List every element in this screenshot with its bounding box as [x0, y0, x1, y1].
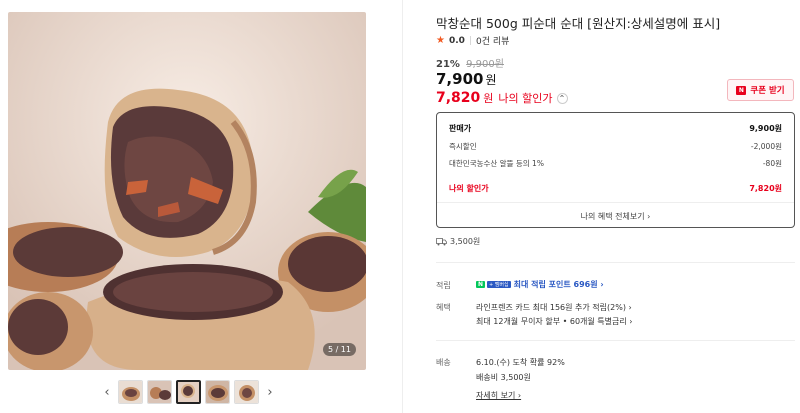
divider [437, 202, 794, 203]
column-divider [402, 0, 403, 413]
sundae-photo [8, 12, 366, 370]
product-title: 막창순대 500g 피순대 순대 [원산지:상세설명에 표시] [436, 16, 721, 31]
thumbnail[interactable] [147, 380, 172, 404]
benefits-label: 혜택 [436, 303, 451, 312]
thumb-prev-arrow[interactable]: ‹ [100, 385, 114, 400]
coupon-button[interactable]: N 쿠폰 받기 [727, 79, 794, 101]
discount-percent: 21% [436, 59, 460, 70]
points-row[interactable]: N + 멤버십 최대 적립 포인트 696원 › [476, 279, 604, 290]
shipping-cost-row: 3,500원 [436, 236, 480, 247]
delivery-eta: 6.10.(수) 도착 확률 92% [476, 358, 565, 367]
coupon-label: 쿠폰 받기 [750, 86, 785, 96]
breakdown-row: 판매가 9,900원 [449, 123, 782, 134]
sale-price-value: 7,900 [436, 70, 484, 88]
divider [436, 340, 795, 341]
separator: | [468, 35, 472, 46]
sale-price-unit: 원 [485, 73, 497, 87]
naver-n-icon: N [736, 85, 747, 95]
points-label: 적립 [436, 281, 451, 290]
breakdown-value: -80원 [762, 159, 782, 168]
price-breakdown-box: 판매가 9,900원 즉시할인 -2,000원 대한민국농수산 알뜰 등의 1%… [436, 112, 795, 228]
view-all-benefits-link[interactable]: 나의 혜택 전체보기 › [437, 211, 794, 222]
image-counter: 5 / 11 [322, 343, 356, 356]
breakdown-row: 대한민국농수산 알뜰 등의 1% -80원 [449, 158, 782, 169]
breakdown-value: 7,820원 [749, 184, 782, 193]
truck-icon [436, 238, 447, 246]
rating-score: 0.0 [448, 35, 465, 46]
thumb-next-arrow[interactable]: › [263, 385, 277, 400]
my-price-label: 나의 할인가 [498, 92, 553, 105]
chevron-up-icon[interactable]: ⌃ [556, 92, 568, 104]
delivery-label: 배송 [436, 358, 451, 367]
breakdown-label: 즉시할인 [449, 142, 477, 151]
breakdown-label: 판매가 [449, 124, 472, 133]
thumbnail[interactable] [118, 380, 143, 404]
shipping-cost: 3,500원 [450, 237, 481, 246]
star-icon: ★ [436, 35, 445, 46]
rating-row: ★ 0.0 | 0건 리뷰 [436, 34, 509, 47]
naver-n-icon: N [476, 281, 486, 288]
product-main-image[interactable]: 5 / 11 [8, 12, 366, 370]
membership-badge: + 멤버십 [487, 281, 511, 288]
sale-price: 7,900 원 [436, 70, 497, 88]
divider [436, 262, 795, 263]
my-price-unit: 원 [483, 92, 494, 105]
discount-row: 21% 9,900원 [436, 55, 504, 70]
my-price[interactable]: 7,820 원 나의 할인가 ⌃ [436, 90, 568, 106]
breakdown-my-price-row: 나의 할인가 7,820원 [449, 183, 782, 194]
breakdown-value: -2,000원 [750, 142, 782, 151]
thumbnail[interactable] [234, 380, 259, 404]
thumbnail-active[interactable] [176, 380, 201, 404]
breakdown-value: 9,900원 [749, 124, 782, 133]
thumbnail[interactable] [205, 380, 230, 404]
delivery-fee: 배송비 3,500원 [476, 373, 531, 382]
my-price-value: 7,820 [436, 90, 481, 106]
max-points-text: 최대 적립 포인트 696원 › [513, 280, 604, 289]
delivery-detail-link[interactable]: 자세히 보기 › [476, 390, 521, 401]
installment-benefit-link[interactable]: 최대 12개월 무이자 할부 • 60개월 특별금리 › [476, 316, 632, 327]
breakdown-row: 즉시할인 -2,000원 [449, 141, 782, 152]
card-benefit-link[interactable]: 라인프렌즈 카드 최대 156원 추가 적립(2%) › [476, 302, 632, 313]
breakdown-label: 나의 할인가 [449, 184, 489, 193]
thumbnail-strip: ‹ › [100, 379, 277, 405]
review-count-link[interactable]: 0건 리뷰 [476, 34, 509, 47]
breakdown-label: 대한민국농수산 알뜰 등의 1% [449, 159, 544, 168]
original-price: 9,900원 [466, 59, 504, 70]
